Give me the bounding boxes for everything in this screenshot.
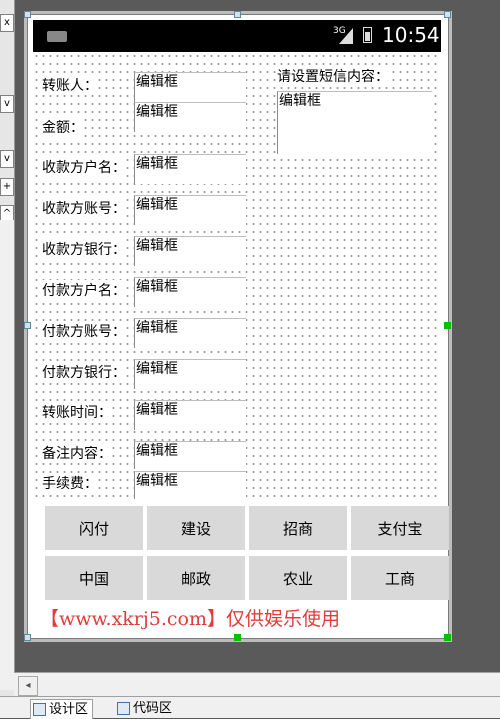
- editor-tab-bar: 设计区 代码区: [0, 696, 500, 719]
- payer-account-field[interactable]: 编辑框: [134, 318, 246, 348]
- footer-disclaimer: 【www.xkrj5.com】仅供娱乐使用: [40, 608, 341, 630]
- resize-handle-top-right[interactable]: [444, 11, 451, 18]
- alipay-button[interactable]: 支付宝: [351, 506, 449, 550]
- close-icon[interactable]: x: [0, 14, 14, 32]
- dropdown-arrow-icon[interactable]: v: [0, 150, 14, 168]
- label-payer-name: 付款方户名：: [42, 280, 126, 300]
- expand-plus-icon[interactable]: +: [0, 178, 14, 196]
- payer-name-field[interactable]: 编辑框: [134, 277, 246, 307]
- resize-handle-right[interactable]: [444, 322, 451, 329]
- label-transfer-person: 转账人：: [42, 75, 98, 95]
- fee-field[interactable]: 编辑框: [134, 471, 246, 499]
- battery-icon: [363, 27, 372, 43]
- code-view-icon: [117, 702, 130, 715]
- scroll-left-arrow-icon[interactable]: ◂: [18, 676, 38, 696]
- status-time: 10:54: [382, 23, 440, 47]
- keyboard-icon: [47, 31, 67, 42]
- tab-code[interactable]: 代码区: [115, 699, 176, 718]
- label-payee-account: 收款方账号：: [42, 198, 126, 218]
- payer-bank-field[interactable]: 编辑框: [134, 359, 246, 389]
- label-transfer-time: 转账时间：: [42, 402, 112, 422]
- payee-account-field[interactable]: 编辑框: [134, 195, 246, 225]
- sms-content-field[interactable]: 编辑框: [277, 91, 432, 154]
- label-fee: 手续费：: [42, 473, 98, 493]
- label-remark: 备注内容：: [42, 443, 112, 463]
- dropdown-arrow-icon[interactable]: v: [0, 95, 14, 113]
- tab-design[interactable]: 设计区: [30, 699, 94, 719]
- signal-icon: [339, 28, 353, 44]
- nongye-button[interactable]: 农业: [249, 556, 347, 600]
- label-payee-bank: 收款方银行：: [42, 239, 126, 259]
- gongshang-button[interactable]: 工商: [351, 556, 449, 600]
- shanfu-button[interactable]: 闪付: [45, 506, 143, 550]
- resize-handle-bottom-right[interactable]: [444, 634, 451, 641]
- label-sms-content: 请设置短信内容：: [277, 66, 389, 86]
- remark-field[interactable]: 编辑框: [134, 441, 246, 469]
- status-bar: 3G 10:54: [33, 20, 441, 52]
- label-amount: 金额：: [42, 117, 84, 137]
- label-payer-account: 付款方账号：: [42, 321, 126, 341]
- transfer-time-field[interactable]: 编辑框: [134, 400, 246, 430]
- amount-field[interactable]: 编辑框: [134, 102, 246, 132]
- vertical-scrollbar[interactable]: [0, 220, 14, 690]
- horizontal-scrollbar[interactable]: [14, 672, 500, 697]
- payee-bank-field[interactable]: 编辑框: [134, 236, 246, 266]
- resize-handle-left[interactable]: [24, 322, 31, 329]
- zhaoshang-button[interactable]: 招商: [249, 506, 347, 550]
- transfer-person-field[interactable]: 编辑框: [134, 72, 246, 102]
- resize-handle-bottom[interactable]: [234, 634, 241, 641]
- resize-handle-top[interactable]: [234, 11, 241, 18]
- payee-name-field[interactable]: 编辑框: [134, 154, 246, 184]
- youzheng-button[interactable]: 邮政: [147, 556, 245, 600]
- resize-handle-top-left[interactable]: [24, 11, 31, 18]
- resize-handle-bottom-left[interactable]: [24, 634, 31, 641]
- label-payee-name: 收款方户名：: [42, 157, 126, 177]
- design-view-icon: [33, 703, 46, 716]
- label-payer-bank: 付款方银行：: [42, 362, 126, 382]
- jianshe-button[interactable]: 建设: [147, 506, 245, 550]
- zhongguo-button[interactable]: 中国: [45, 556, 143, 600]
